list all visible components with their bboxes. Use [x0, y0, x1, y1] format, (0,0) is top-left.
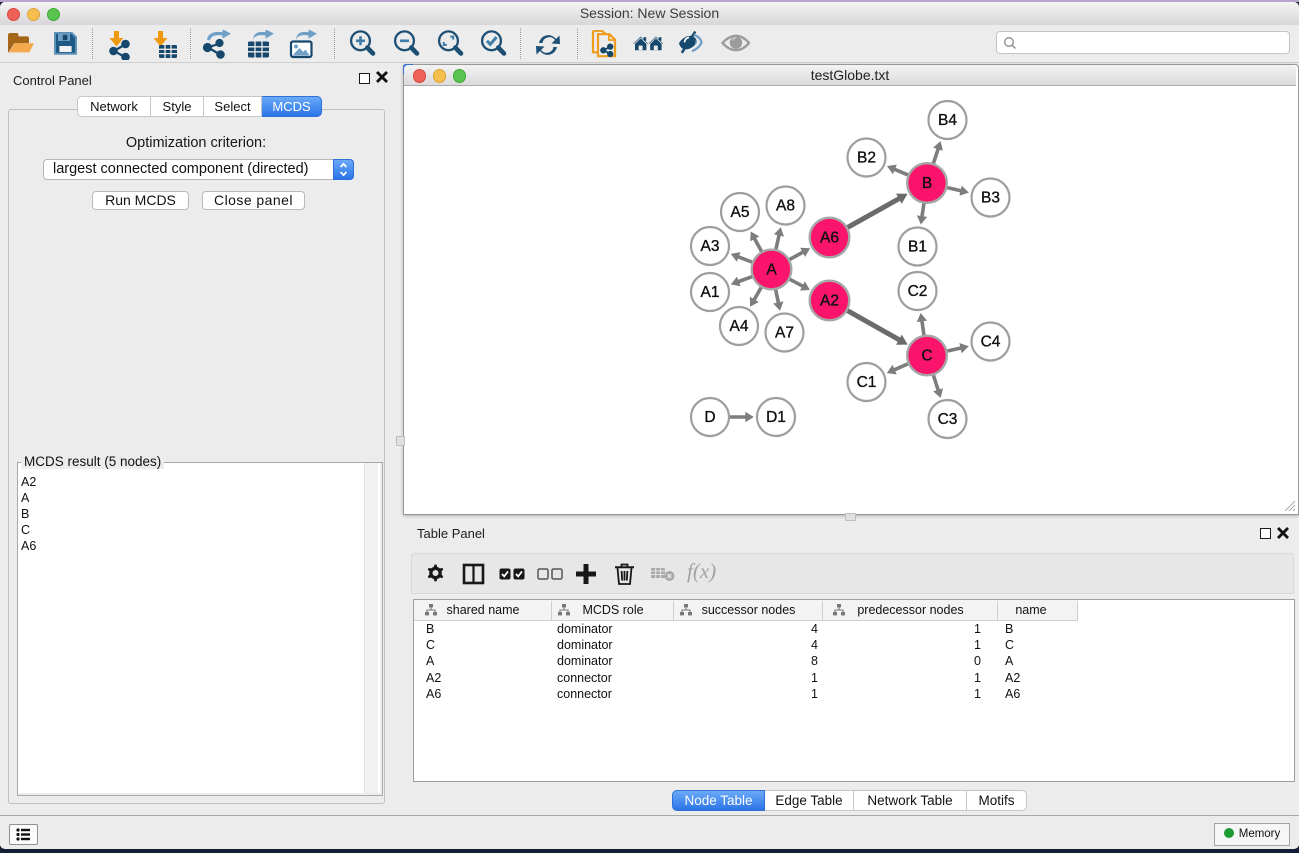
svg-text:A4: A4: [730, 318, 749, 335]
svg-text:C3: C3: [938, 411, 958, 428]
svg-text:D1: D1: [766, 409, 786, 426]
svg-text:C2: C2: [908, 283, 928, 300]
svg-text:B3: B3: [981, 190, 1000, 207]
svg-text:C1: C1: [857, 374, 877, 391]
svg-text:B2: B2: [857, 150, 876, 167]
svg-text:A5: A5: [731, 204, 750, 221]
svg-text:A7: A7: [775, 325, 794, 342]
svg-text:A: A: [766, 262, 777, 279]
svg-text:A1: A1: [701, 284, 720, 301]
svg-text:B1: B1: [908, 239, 927, 256]
svg-text:C: C: [921, 348, 932, 365]
svg-text:B4: B4: [938, 112, 957, 129]
svg-text:D: D: [704, 409, 715, 426]
svg-text:B: B: [922, 175, 932, 192]
svg-text:C4: C4: [981, 334, 1001, 351]
svg-text:A8: A8: [776, 198, 795, 215]
svg-text:A3: A3: [701, 238, 720, 255]
svg-text:A6: A6: [820, 230, 839, 247]
svg-text:A2: A2: [820, 293, 839, 310]
